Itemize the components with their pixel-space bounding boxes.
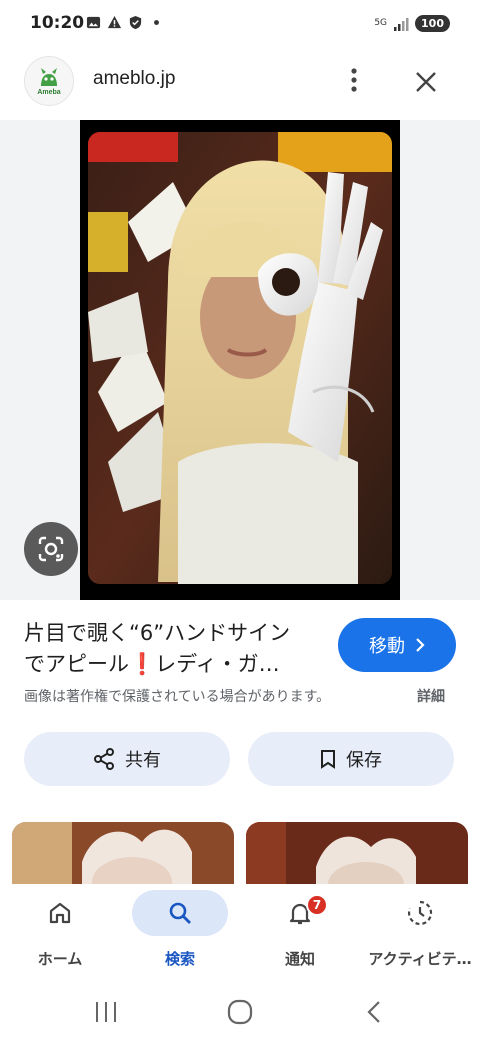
visit-label: 移動 bbox=[369, 636, 405, 657]
nav-activity[interactable]: アクティビテ… bbox=[360, 884, 480, 982]
gallery-icon bbox=[86, 16, 101, 29]
site-logo[interactable]: Ameba bbox=[24, 56, 74, 106]
battery-badge: 100 bbox=[415, 15, 450, 32]
share-label: 共有 bbox=[125, 750, 161, 771]
details-link[interactable]: 詳細 bbox=[417, 686, 445, 706]
nav-activity-label: アクティビテ… bbox=[368, 950, 472, 968]
related-photo bbox=[12, 822, 234, 892]
result-image[interactable] bbox=[88, 132, 392, 584]
dot-icon bbox=[154, 20, 159, 25]
back-chevron-icon bbox=[367, 1001, 380, 1023]
google-lens-button[interactable] bbox=[24, 522, 78, 576]
nav-activity-icon-wrap bbox=[372, 890, 468, 936]
status-time: 10:20 bbox=[30, 13, 85, 33]
site-domain[interactable]: ameblo.jp bbox=[93, 68, 175, 90]
circle-home-icon bbox=[227, 999, 253, 1025]
more-vert-icon bbox=[351, 68, 357, 92]
recent-apps-button[interactable] bbox=[86, 992, 126, 1032]
warning-icon bbox=[107, 15, 122, 29]
shield-icon bbox=[129, 15, 142, 30]
header: Ameba ameblo.jp bbox=[0, 50, 480, 120]
visit-button[interactable]: 移動 bbox=[338, 618, 456, 672]
home-icon bbox=[49, 902, 71, 924]
status-bar: 10:20 5G 100 bbox=[0, 0, 480, 50]
nav-search[interactable]: 検索 bbox=[120, 884, 240, 982]
share-icon bbox=[94, 748, 114, 770]
image-frame bbox=[80, 120, 400, 600]
related-photo bbox=[246, 822, 468, 892]
nav-search-icon-wrap bbox=[132, 890, 228, 936]
nav-home-icon-wrap bbox=[12, 890, 108, 936]
nav-notifications-label: 通知 bbox=[284, 950, 315, 968]
close-icon bbox=[416, 72, 436, 92]
chevron-right-icon bbox=[416, 638, 425, 652]
result-title[interactable]: 片目で覗く“6”ハンドサイン でアピール❗レディ・ガ… bbox=[24, 618, 324, 680]
network-type: 5G bbox=[374, 18, 388, 28]
result-title-line2: でアピール❗レディ・ガ… bbox=[24, 652, 280, 676]
signal-icon bbox=[394, 17, 409, 31]
nav-search-label: 検索 bbox=[164, 950, 195, 968]
save-button[interactable]: 保存 bbox=[248, 732, 454, 786]
status-notification-icons bbox=[86, 15, 164, 30]
related-image[interactable] bbox=[246, 822, 468, 892]
bookmark-icon bbox=[321, 750, 335, 769]
bottom-navigation: ホーム 検索 7 通知 アクティビテ… bbox=[0, 884, 480, 982]
lens-icon bbox=[38, 536, 64, 562]
close-button[interactable] bbox=[406, 62, 446, 102]
save-label: 保存 bbox=[346, 750, 382, 771]
system-navigation-bar bbox=[0, 982, 480, 1040]
result-title-line1: 片目で覗く“6”ハンドサイン bbox=[24, 621, 291, 645]
activity-history-icon bbox=[407, 900, 433, 926]
notification-badge: 7 bbox=[306, 894, 328, 916]
site-logo-text: Ameba bbox=[37, 89, 61, 96]
home-system-button[interactable] bbox=[220, 992, 260, 1032]
result-photo bbox=[88, 132, 392, 584]
image-preview-area bbox=[0, 120, 480, 600]
recent-apps-icon bbox=[96, 1002, 116, 1022]
nav-home-label: ホーム bbox=[37, 950, 83, 968]
status-system-icons: 5G 100 bbox=[374, 15, 450, 32]
ameba-logo-icon bbox=[41, 68, 57, 86]
back-button[interactable] bbox=[354, 992, 394, 1032]
search-icon bbox=[169, 902, 191, 924]
copyright-note: 画像は著作権で保護されている場合があります。 bbox=[24, 689, 331, 705]
more-options-button[interactable] bbox=[336, 62, 372, 98]
share-button[interactable]: 共有 bbox=[24, 732, 230, 786]
nav-notifications[interactable]: 7 通知 bbox=[240, 884, 360, 982]
nav-home[interactable]: ホーム bbox=[0, 884, 120, 982]
related-image[interactable] bbox=[12, 822, 234, 892]
nav-notifications-icon-wrap: 7 bbox=[252, 890, 348, 936]
